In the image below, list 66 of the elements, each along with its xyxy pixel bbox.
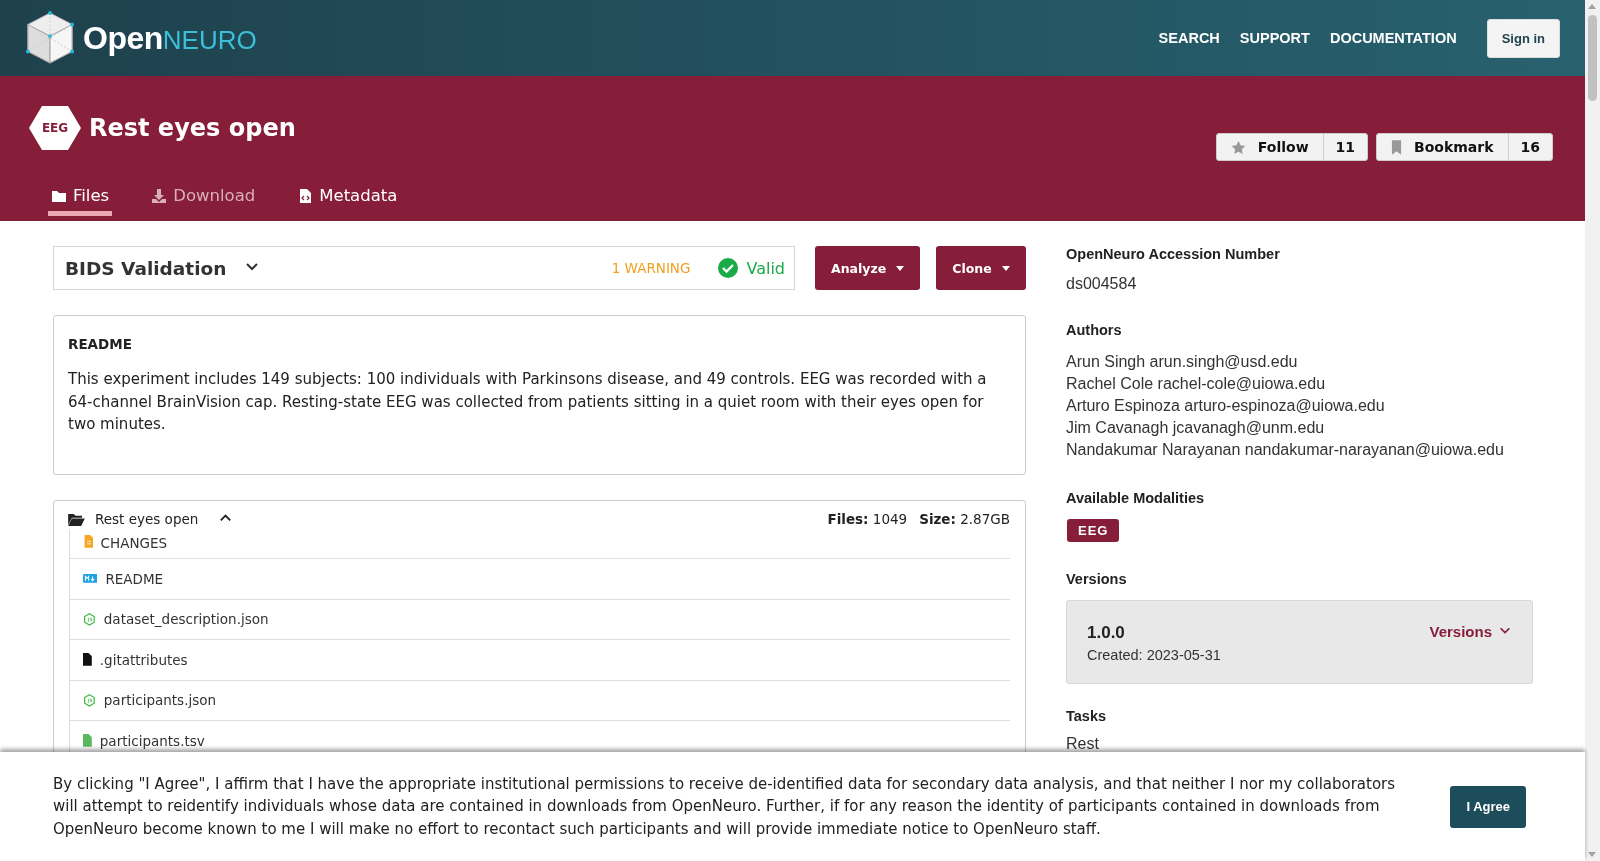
star-icon (1230, 139, 1246, 155)
scroll-up-icon[interactable] (1588, 4, 1596, 9)
readme-text: This experiment includes 149 subjects: 100 individuals with Parkinsons disease, and 49 controls. EEG was recorded with a 64-channel BrainVision cap. Resting-state EEG was collected from patients sitting in a quiet room with their eyes open for two minutes. (68, 369, 988, 435)
check-circle-icon (718, 258, 739, 278)
nav-link[interactable]: DOCUMENTATION (1329, 30, 1457, 46)
author-line: Nandakumar Narayanan nandakumar-narayanan@uiowa.edu (1066, 440, 1505, 460)
file-name[interactable]: dataset_description.json (103, 611, 269, 628)
task-name: Rest (1066, 735, 1100, 753)
readme-heading: README (68, 336, 133, 352)
author-line: Jim Cavanagh jcavanagh@unm.edu (1066, 418, 1326, 438)
file-name[interactable]: README (105, 570, 164, 587)
nav-link[interactable]: SUPPORT (1239, 30, 1310, 46)
validation-panel[interactable]: BIDS Validation 1 WARNING Valid (53, 246, 795, 290)
caret-icon (1001, 265, 1010, 271)
follow-control[interactable]: Follow 11 (1215, 133, 1369, 161)
code-file-icon (297, 187, 314, 204)
folder-icon (68, 512, 85, 526)
author-line: Arturo Espinoza arturo-espinoza@uiowa.edu (1066, 396, 1386, 416)
section-heading: Available Modalities (1066, 490, 1206, 506)
count-badge: 11 (1322, 134, 1368, 160)
file-count: Files: 1049 (827, 511, 908, 527)
file-icon (83, 653, 92, 667)
dataset-size: Size: 2.87GB (919, 511, 1010, 527)
hexagon-js-icon (83, 612, 96, 626)
dropdown-button[interactable]: Clone (936, 246, 1026, 290)
markdown-icon (83, 574, 98, 584)
scrollbar-thumb[interactable] (1588, 15, 1597, 101)
folder-name[interactable]: Rest eyes open (95, 511, 199, 527)
hexagon-js-icon (83, 693, 96, 707)
file-name[interactable]: participants.json (103, 692, 217, 709)
nav-link[interactable]: SEARCH (1158, 30, 1220, 46)
bookmark-icon (1391, 139, 1403, 155)
author-line: Arun Singh arun.singh@usd.edu (1066, 352, 1299, 372)
consent-notice: By clicking "I Agree", I affirm that I have the appropriate institutional permissions to receive de-identified data for secondary data analysis, and that neither I nor my collaborators will attempt to reidentify individuals whose data are contained in downloads from OpenNeuro. Further, if for any reason the identity of participants contained in downloads from OpenNeuro become known to me I will make no effort to recontact such participants and will provide immediate notice to OpenNeuro staff. (53, 773, 1397, 840)
cube-logo-icon (25, 11, 75, 65)
sign-in-button[interactable]: Sign in (1486, 18, 1560, 58)
file-name[interactable]: participants.tsv (99, 732, 205, 749)
section-heading: OpenNeuro Accession Number (1066, 246, 1281, 262)
file-name[interactable]: CHANGES (100, 535, 168, 551)
logo-wordmark[interactable]: OpenNEURO (83, 19, 257, 57)
tab[interactable]: Metadata (294, 183, 401, 216)
bookmark-control[interactable]: Bookmark 16 (1376, 133, 1553, 161)
version-number: 1.0.0 (1087, 623, 1126, 643)
section-heading: Authors (1066, 322, 1123, 338)
caret-icon (896, 265, 905, 271)
version-date: Created: 2023-05-31 (1087, 647, 1221, 663)
validation-status: Valid (746, 258, 785, 278)
accession-number: ds004584 (1066, 275, 1138, 293)
warning-count: 1 WARNING (611, 260, 691, 276)
document-icon (83, 535, 93, 548)
file-name[interactable]: .gitattributes (99, 651, 188, 668)
validation-title: BIDS Validation (65, 257, 227, 279)
bookmark-button[interactable]: Bookmark (1377, 134, 1508, 160)
versions-dropdown[interactable]: Versions (1429, 623, 1512, 661)
agree-button[interactable]: I Agree (1450, 785, 1526, 828)
follow-button[interactable]: Follow (1216, 134, 1323, 160)
dropdown-button[interactable]: Analyze (815, 246, 921, 290)
section-heading: Tasks (1066, 708, 1108, 724)
modality-tag: EEG (1067, 519, 1120, 542)
spreadsheet-icon (83, 734, 92, 748)
author-line: Rachel Cole rachel-cole@uiowa.edu (1066, 374, 1327, 394)
dataset-title: Rest eyes open (89, 113, 296, 144)
count-badge: 16 (1507, 134, 1552, 160)
download-icon (151, 187, 168, 204)
section-heading: Versions (1066, 571, 1128, 587)
tab[interactable]: Files (48, 183, 113, 216)
